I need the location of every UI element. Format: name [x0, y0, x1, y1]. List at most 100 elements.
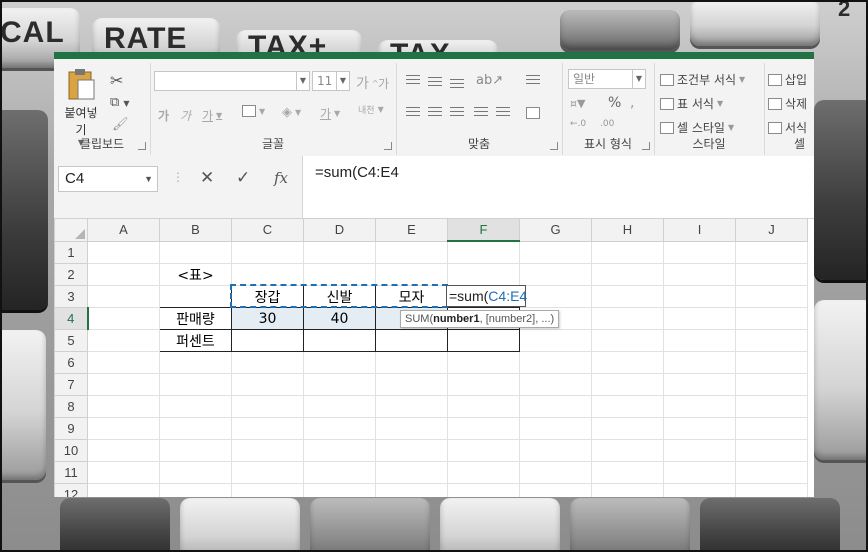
row-header[interactable]: 8 — [54, 395, 88, 418]
cell[interactable] — [375, 439, 448, 462]
cell[interactable] — [735, 417, 808, 440]
cell[interactable] — [735, 351, 808, 374]
row-header[interactable]: 5 — [54, 329, 88, 352]
conditional-format-button[interactable]: 조건부 서식 ▼ — [660, 71, 745, 88]
cell[interactable] — [447, 483, 520, 497]
header-cell-gloves[interactable]: 장갑 — [231, 285, 304, 308]
insert-button[interactable]: 삽입 — [768, 71, 807, 88]
cell[interactable] — [447, 417, 520, 440]
cell[interactable] — [447, 395, 520, 418]
row-header[interactable]: 1 — [54, 240, 88, 264]
row-label-percent[interactable]: 퍼센트 — [159, 329, 232, 352]
cell[interactable] — [87, 439, 160, 462]
cell[interactable] — [303, 395, 376, 418]
row-header[interactable]: 11 — [54, 461, 88, 484]
cell[interactable] — [735, 263, 808, 286]
row-header[interactable]: 9 — [54, 417, 88, 440]
cell[interactable] — [375, 373, 448, 396]
column-header[interactable]: A — [87, 218, 160, 242]
cell[interactable] — [159, 439, 232, 462]
cell[interactable] — [591, 285, 664, 308]
cell[interactable] — [87, 417, 160, 440]
cell[interactable] — [375, 351, 448, 374]
cell[interactable] — [663, 263, 736, 286]
cell[interactable] — [159, 395, 232, 418]
cell[interactable] — [663, 483, 736, 497]
cell[interactable] — [519, 439, 592, 462]
cell[interactable] — [591, 395, 664, 418]
increase-indent-icon[interactable] — [496, 107, 510, 119]
cell[interactable] — [231, 240, 304, 264]
cell[interactable] — [303, 263, 376, 286]
cell[interactable] — [159, 240, 232, 264]
dialog-launcher-icon[interactable] — [642, 142, 650, 150]
bold-button[interactable]: 가 — [158, 107, 169, 124]
cell[interactable] — [663, 285, 736, 308]
cell[interactable] — [663, 417, 736, 440]
dialog-launcher-icon[interactable] — [138, 142, 146, 150]
cell[interactable] — [519, 263, 592, 286]
cell[interactable] — [447, 373, 520, 396]
cell[interactable] — [735, 461, 808, 484]
cell[interactable] — [591, 307, 664, 330]
cell[interactable] — [87, 483, 160, 497]
cell[interactable] — [447, 461, 520, 484]
italic-button[interactable]: 가 — [180, 107, 191, 124]
merge-center-icon[interactable] — [526, 107, 540, 119]
cell[interactable] — [303, 417, 376, 440]
cell[interactable] — [735, 285, 808, 308]
cell[interactable] — [303, 329, 376, 352]
column-header[interactable]: D — [303, 218, 376, 242]
cell[interactable] — [735, 329, 808, 352]
cell[interactable] — [375, 417, 448, 440]
row-header[interactable]: 4 — [54, 307, 89, 330]
cell[interactable] — [375, 329, 448, 352]
cell[interactable] — [447, 351, 520, 374]
decrease-indent-icon[interactable] — [474, 107, 488, 119]
cell[interactable] — [519, 329, 592, 352]
row-header[interactable]: 3 — [54, 285, 88, 308]
grow-font-button[interactable]: 가 ^ — [356, 73, 379, 93]
cell[interactable] — [87, 263, 160, 286]
format-button[interactable]: 서식 — [768, 119, 807, 136]
cell[interactable] — [303, 240, 376, 264]
dialog-launcher-icon[interactable] — [384, 142, 392, 150]
format-as-table-button[interactable]: 표 서식 ▼ — [660, 95, 723, 112]
in-cell-formula-editor[interactable]: =sum(C4:E4 — [446, 285, 527, 307]
function-argument-tooltip[interactable]: SUM(number1, [number2], ...) — [400, 310, 560, 328]
column-header[interactable]: C — [231, 218, 304, 242]
increase-decimal-icon[interactable]: ←.0 — [570, 119, 586, 129]
insert-function-button[interactable]: fx — [274, 169, 288, 187]
cell[interactable] — [87, 285, 160, 308]
column-header[interactable]: F — [447, 218, 520, 242]
cell-b2-caption[interactable]: <표> — [159, 263, 232, 286]
cell[interactable] — [303, 439, 376, 462]
cell[interactable] — [519, 461, 592, 484]
cell[interactable] — [87, 240, 160, 264]
copy-icon[interactable]: ⧉ ▼ — [110, 95, 130, 110]
value-cell-d4[interactable]: 40 — [303, 307, 376, 330]
cut-icon[interactable]: ✂ — [110, 71, 123, 90]
cell[interactable] — [87, 351, 160, 374]
cell[interactable] — [447, 240, 520, 264]
cell[interactable] — [303, 351, 376, 374]
cell[interactable] — [231, 483, 304, 497]
formula-input[interactable]: =sum(C4:E4 — [302, 156, 814, 218]
cell[interactable] — [231, 439, 304, 462]
align-center-icon[interactable] — [428, 107, 442, 119]
cell[interactable] — [87, 329, 160, 352]
borders-button[interactable]: ▼ — [242, 105, 265, 117]
comma-style-icon[interactable]: , — [630, 95, 634, 111]
cell[interactable] — [87, 461, 160, 484]
middle-align-icon[interactable] — [428, 77, 442, 89]
cell[interactable] — [519, 373, 592, 396]
cell[interactable] — [159, 373, 232, 396]
cell[interactable] — [519, 351, 592, 374]
cell[interactable] — [735, 240, 808, 264]
row-label-sales[interactable]: 판매량 — [159, 307, 232, 330]
row-header[interactable]: 7 — [54, 373, 88, 396]
cell[interactable] — [159, 417, 232, 440]
cell[interactable] — [663, 373, 736, 396]
cell[interactable] — [87, 307, 160, 330]
shrink-font-button[interactable]: 가 — [378, 75, 389, 92]
